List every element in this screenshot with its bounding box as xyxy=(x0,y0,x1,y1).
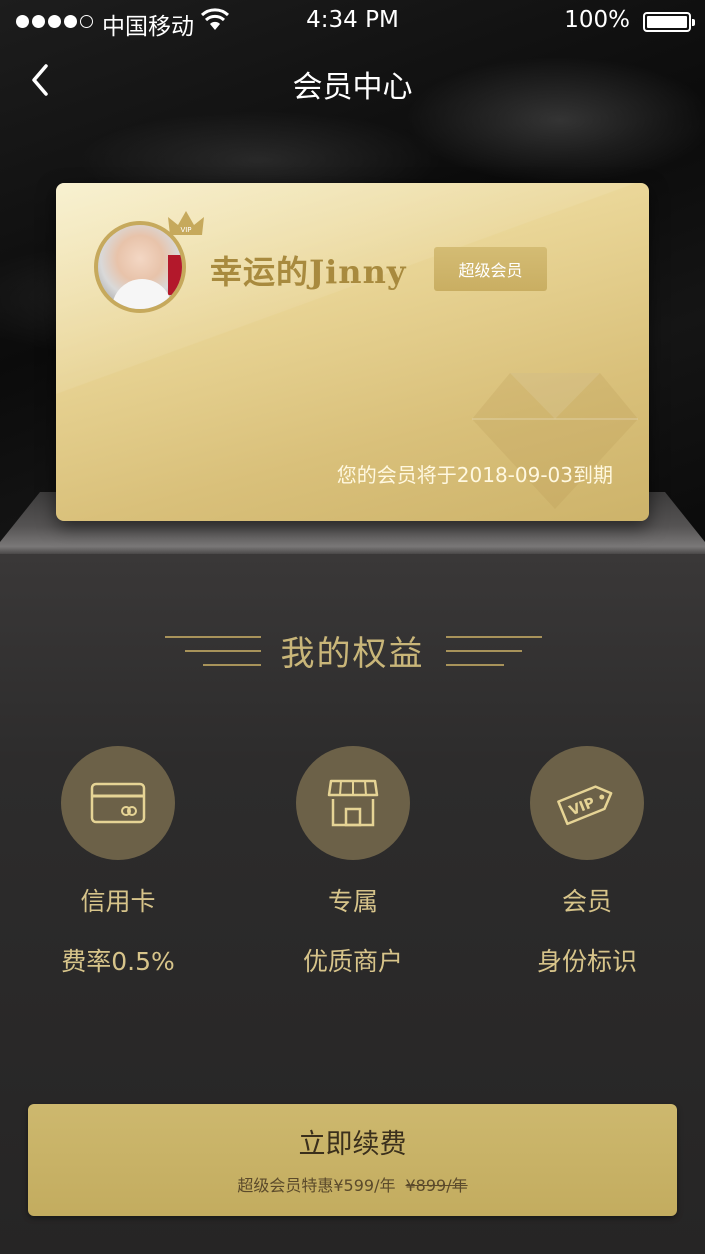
benefit-desc: 优质商户 xyxy=(302,947,403,976)
user-name: 幸运的Jinny xyxy=(210,253,407,291)
expiry-text: 您的会员将于2018-09-03到期 xyxy=(336,463,613,487)
benefits-heading: 我的权益 xyxy=(280,634,425,674)
benefit-merchants[interactable]: 专属 优质商户 xyxy=(253,746,453,978)
battery-icon xyxy=(643,12,695,32)
benefit-desc: 身份标识 xyxy=(536,947,637,976)
benefit-desc: 费率0.5% xyxy=(61,947,175,976)
membership-card[interactable]: VIP 幸运的Jinny 超级会员 您的会员将于2018-09-03到期 xyxy=(56,183,649,521)
credit-card-icon xyxy=(90,782,146,824)
battery-percent: 100% xyxy=(564,7,630,33)
svg-text:VIP: VIP xyxy=(180,226,191,234)
membership-badge: 超级会员 xyxy=(434,247,547,291)
original-price: ¥899/年 xyxy=(405,1176,468,1195)
diamond-watermark-icon xyxy=(472,373,638,509)
renew-price: 超级会员特惠¥599/年 ¥899/年 xyxy=(28,1172,677,1196)
benefit-title: 会员 xyxy=(561,887,612,916)
benefit-title: 专属 xyxy=(327,887,378,916)
heading-decoration-right xyxy=(446,636,542,666)
crown-icon: VIP xyxy=(168,211,204,235)
page-title: 会员中心 xyxy=(292,70,413,105)
status-bar: 中国移动 4:34 PM 100% xyxy=(0,0,705,44)
current-price: 超级会员特惠¥599/年 xyxy=(237,1176,396,1195)
renew-label: 立即续费 xyxy=(298,1129,407,1160)
svg-text:VIP: VIP xyxy=(567,795,597,820)
vip-tag-icon: VIP xyxy=(557,785,613,826)
benefit-credit-card[interactable]: 信用卡 费率0.5% xyxy=(18,746,218,978)
benefit-title: 信用卡 xyxy=(80,887,156,916)
benefit-vip-identity[interactable]: VIP 会员 身份标识 xyxy=(487,746,687,978)
store-icon xyxy=(327,779,379,827)
renew-button[interactable]: 立即续费 超级会员特惠¥599/年 ¥899/年 xyxy=(28,1104,677,1216)
